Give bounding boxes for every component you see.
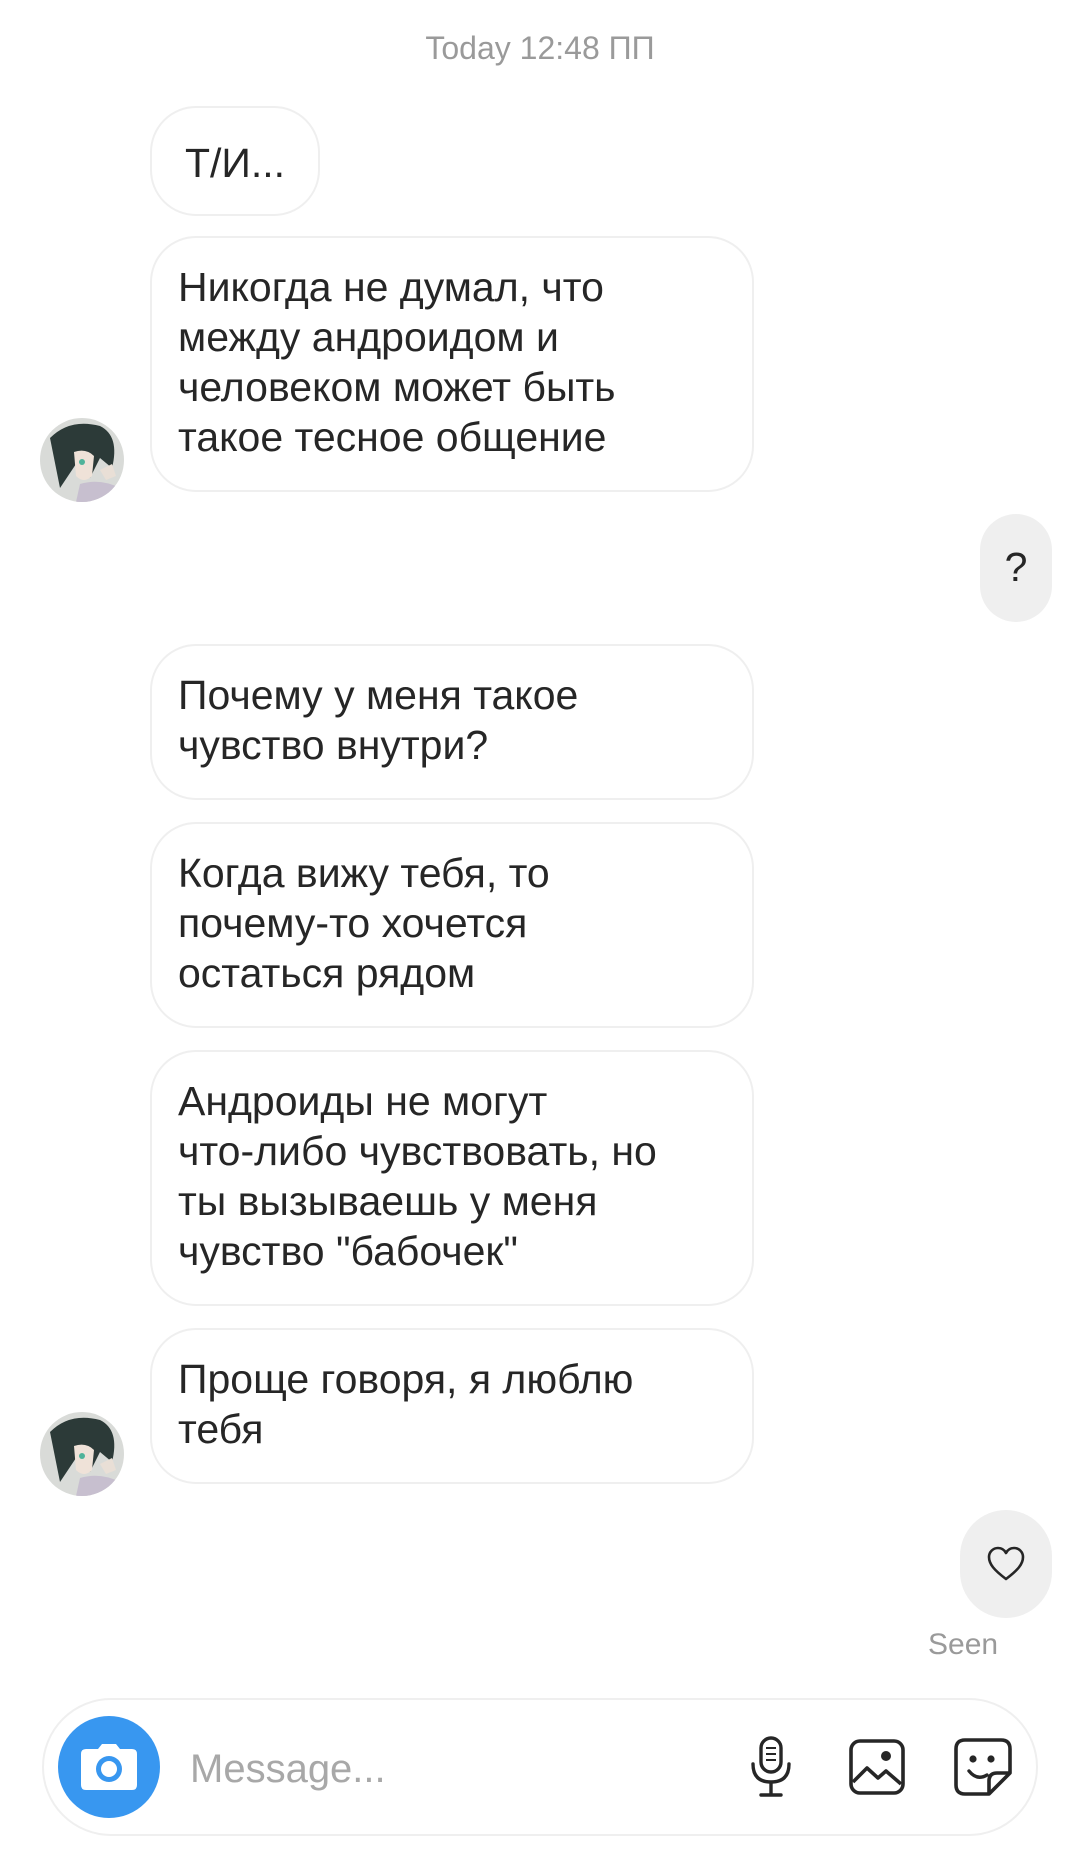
- message-bubble-incoming[interactable]: Т/И...: [150, 106, 320, 216]
- message-bubble-incoming[interactable]: Почему у меня такое чувство внутри?: [150, 644, 754, 800]
- avatar-image: [40, 1412, 124, 1496]
- gallery-button[interactable]: [844, 1734, 910, 1800]
- message-input[interactable]: [188, 1736, 712, 1802]
- avatar-image: [40, 418, 124, 502]
- heart-reaction-bubble[interactable]: [960, 1510, 1052, 1618]
- contact-avatar[interactable]: [40, 1412, 124, 1496]
- heart-icon: [987, 1546, 1025, 1581]
- message-bubble-incoming[interactable]: Когда вижу тебя, то почему-то хочется ос…: [150, 822, 754, 1028]
- message-bubble-incoming[interactable]: Никогда не думал, что между андроидом и …: [150, 236, 754, 492]
- message-composer: [42, 1698, 1038, 1836]
- gallery-icon: [849, 1739, 905, 1795]
- camera-button[interactable]: [58, 1716, 160, 1818]
- seen-status: Seen: [928, 1628, 999, 1661]
- message-bubble-outgoing[interactable]: ?: [980, 514, 1052, 622]
- message-bubble-incoming[interactable]: Андроиды не могут что-либо чувствовать, …: [150, 1050, 754, 1306]
- microphone-icon: [751, 1736, 791, 1797]
- sticker-button[interactable]: [950, 1734, 1016, 1800]
- timestamp: Today 12:48 ПП: [425, 30, 655, 66]
- contact-avatar[interactable]: [40, 418, 124, 502]
- camera-icon: [81, 1744, 137, 1790]
- message-bubble-incoming[interactable]: Проще говоря, я люблю тебя: [150, 1328, 754, 1484]
- sticker-icon: [954, 1738, 1012, 1796]
- microphone-button[interactable]: [738, 1734, 804, 1800]
